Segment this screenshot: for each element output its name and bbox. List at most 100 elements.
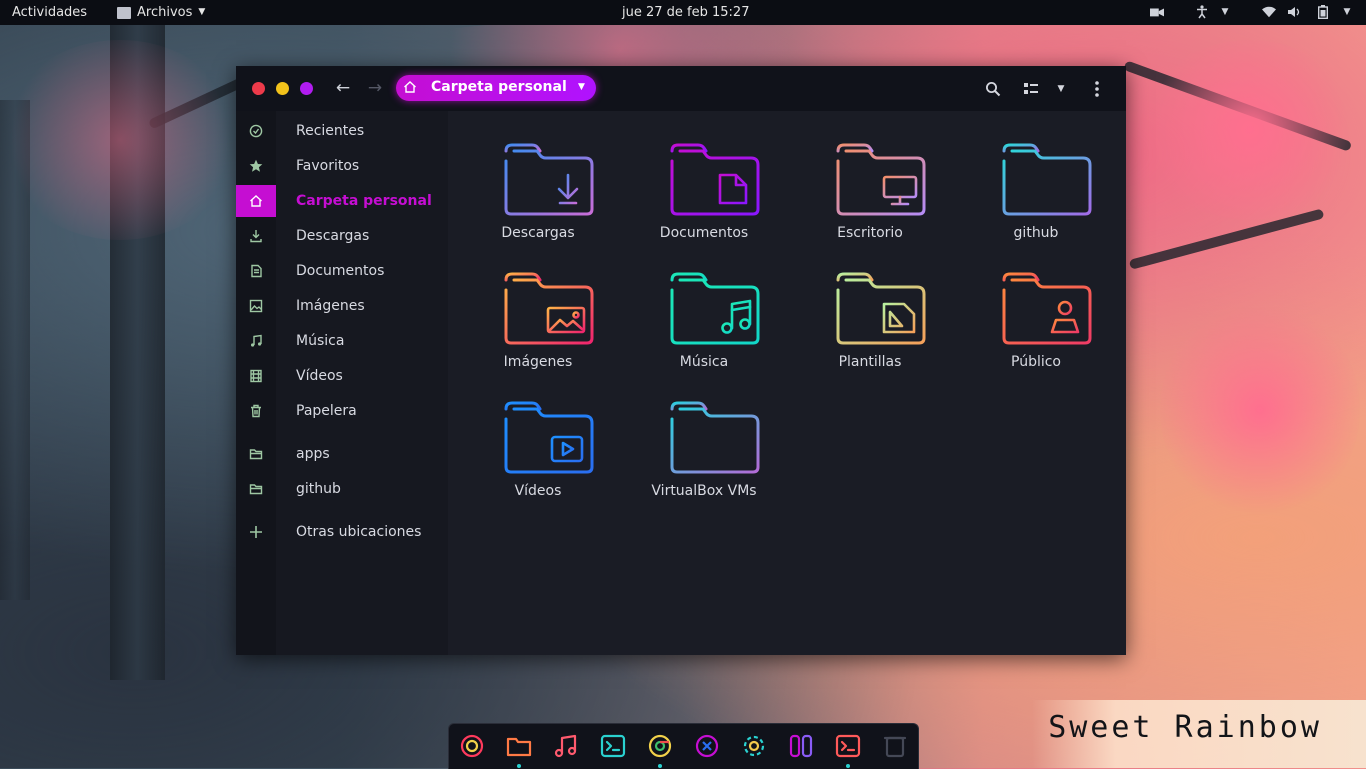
folder-tile[interactable]: Escritorio [795, 141, 945, 251]
path-label: Carpeta personal [431, 79, 567, 95]
back-button[interactable]: ← [333, 78, 353, 98]
home-icon[interactable] [236, 185, 276, 217]
clock-icon[interactable] [236, 115, 276, 147]
maximize-button[interactable] [300, 82, 313, 95]
file-manager-window: ← → Carpeta personal ▼ ▼ Recientes Favori… [236, 66, 1126, 655]
image-icon[interactable] [236, 290, 276, 322]
sidebar-item-label[interactable]: Descargas [296, 226, 369, 246]
folder-tile[interactable]: Plantillas [795, 270, 945, 380]
folder-icon [836, 143, 926, 216]
folder-tile[interactable]: Imágenes [463, 270, 613, 380]
list-view-icon [1024, 83, 1038, 94]
path-bar[interactable]: Carpeta personal ▼ [396, 75, 596, 101]
vscode-icon[interactable] [692, 731, 722, 761]
terminal-icon[interactable] [598, 731, 628, 761]
folder-icon [504, 272, 594, 345]
terminal-alt-icon[interactable] [833, 731, 863, 761]
folder-icon [670, 143, 760, 216]
sidebar-item-label[interactable]: Otras ubicaciones [296, 522, 421, 542]
folder-tile[interactable]: Documentos [629, 141, 779, 251]
sidebar: Recientes Favoritos Carpeta personal Descar… [276, 111, 448, 655]
folder-grid: Descargas Documentos Escritorio github Imáge… [448, 111, 1126, 655]
chevron-down-icon[interactable]: ▼ [1218, 5, 1232, 19]
search-button[interactable] [982, 78, 1004, 100]
folder-icon [504, 401, 594, 474]
plus-icon[interactable] [236, 516, 276, 548]
chrome-icon[interactable] [645, 731, 675, 761]
folder-icon [504, 143, 594, 216]
brand-watermark: Sweet Rainbow [1032, 700, 1366, 768]
view-toggle-button[interactable] [1020, 78, 1042, 100]
folder-tile[interactable]: Descargas [463, 141, 613, 251]
document-icon[interactable] [236, 255, 276, 287]
trash-dock-icon[interactable] [880, 731, 910, 761]
chevron-down-icon: ▼ [198, 7, 206, 17]
wifi-icon[interactable] [1262, 5, 1276, 19]
star-icon[interactable] [236, 150, 276, 182]
folder-tile[interactable]: github [961, 141, 1111, 251]
sidebar-item-label[interactable]: Papelera [296, 401, 357, 421]
folder-icon [1002, 143, 1092, 216]
activities-button[interactable]: Actividades [12, 0, 87, 25]
folder-label: Plantillas [838, 354, 902, 370]
folder-icon[interactable] [236, 473, 276, 505]
folder-label: Música [679, 354, 729, 370]
sidebar-item-label[interactable]: Favoritos [296, 156, 359, 176]
download-icon[interactable] [236, 220, 276, 252]
close-button[interactable] [252, 82, 265, 95]
music-icon[interactable] [236, 325, 276, 357]
folder-tile[interactable]: Público [961, 270, 1111, 380]
folder-tile[interactable]: Vídeos [463, 399, 613, 509]
files-app-icon [117, 6, 131, 19]
folder-label: Vídeos [514, 483, 562, 499]
kebab-menu-icon [1095, 81, 1099, 97]
forward-button[interactable]: → [365, 78, 385, 98]
brand-text: Sweet Rainbow [1048, 710, 1322, 745]
folder-icon [670, 401, 760, 474]
folder-label: VirtualBox VMs [651, 483, 757, 499]
folder-label: Documentos [659, 225, 749, 241]
folder-icon[interactable] [236, 438, 276, 470]
sidebar-item-label[interactable]: Carpeta personal [296, 191, 432, 211]
running-indicator [517, 764, 521, 768]
volume-icon[interactable] [1288, 5, 1302, 19]
sidebar-item-label[interactable]: Música [296, 331, 344, 351]
firefox-icon[interactable] [457, 731, 487, 761]
top-bar: Actividades Archivos ▼ jue 27 de feb 15:… [0, 0, 1366, 25]
view-options-chevron-icon[interactable]: ▼ [1050, 78, 1072, 100]
film-icon[interactable] [236, 360, 276, 392]
folder-label: Descargas [501, 225, 575, 241]
switch-icon[interactable] [786, 731, 816, 761]
sidebar-item-label[interactable]: Vídeos [296, 366, 343, 386]
music-player-icon[interactable] [551, 731, 581, 761]
sidebar-item-label[interactable]: github [296, 479, 341, 499]
system-menu-chevron-icon[interactable]: ▼ [1340, 5, 1354, 19]
menu-button[interactable] [1086, 78, 1108, 100]
search-icon [986, 82, 1001, 97]
folder-tile[interactable]: Música [629, 270, 779, 380]
video-camera-icon[interactable] [1150, 5, 1164, 19]
sidebar-item-label[interactable]: Recientes [296, 121, 364, 141]
folder-label: github [1013, 225, 1059, 241]
app-menu-button[interactable]: Archivos ▼ [117, 0, 205, 25]
header-bar: ← → Carpeta personal ▼ ▼ [236, 66, 1126, 111]
folder-label: Público [1011, 354, 1061, 370]
sidebar-item-label[interactable]: Documentos [296, 261, 384, 281]
battery-icon[interactable] [1316, 5, 1330, 19]
clock[interactable]: jue 27 de feb 15:27 [622, 0, 749, 25]
files-icon[interactable] [504, 731, 534, 761]
sidebar-icon-strip [236, 111, 276, 655]
home-icon [403, 80, 417, 98]
path-chevron-down-icon[interactable]: ▼ [578, 82, 585, 92]
sidebar-item-label[interactable]: apps [296, 444, 330, 464]
trash-icon[interactable] [236, 395, 276, 427]
settings-icon[interactable] [739, 731, 769, 761]
folder-icon [670, 272, 760, 345]
running-indicator [846, 764, 850, 768]
minimize-button[interactable] [276, 82, 289, 95]
accessibility-icon[interactable] [1195, 5, 1209, 19]
folder-tile[interactable]: VirtualBox VMs [629, 399, 779, 509]
sidebar-item-label[interactable]: Imágenes [296, 296, 365, 316]
folder-icon [1002, 272, 1092, 345]
folder-label: Escritorio [837, 225, 903, 241]
